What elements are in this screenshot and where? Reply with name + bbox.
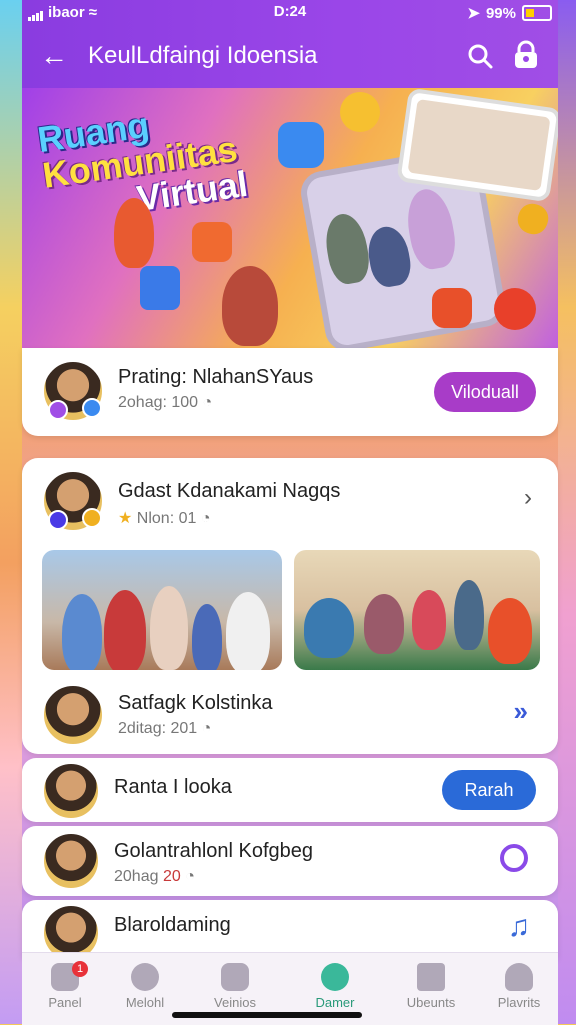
search-icon[interactable]: [466, 42, 494, 70]
action-button[interactable]: Rarah: [442, 770, 536, 810]
nav-item-panel[interactable]: 1 Panel: [22, 953, 108, 1013]
headset-icon: [131, 963, 159, 991]
list-item-sub-value: 20: [162, 868, 181, 885]
clock-icon: ◔: [185, 868, 195, 885]
star-icon: ★: [118, 510, 133, 527]
battery-icon: [522, 5, 552, 21]
group-title: Gdast Kdanakami Nagqs: [118, 480, 341, 502]
avatar: [42, 832, 100, 890]
chevron-right-icon[interactable]: ›: [524, 484, 532, 512]
status-right: ➤ 99%: [467, 4, 552, 22]
badge-icon: [82, 398, 102, 418]
heart-icon: [321, 963, 349, 991]
page-title: KeulLdfaingi Idoensia: [88, 42, 318, 69]
nav-label: Damer: [315, 995, 355, 1010]
nav-label: Plavrits: [497, 995, 541, 1010]
nav-item-veinios[interactable]: Veinios: [192, 953, 278, 1013]
featured-member-card[interactable]: Prating: NlahanSYaus 2ohag: 100 ◔ Vilodu…: [22, 348, 558, 436]
badge-icon: [48, 510, 68, 530]
nav-item-damer[interactable]: Damer: [292, 953, 378, 1013]
star-sticker-icon: [513, 199, 553, 239]
list-item-name: Ranta I looka: [114, 776, 232, 798]
member-sub: 2ditag: 201 ◔: [118, 720, 211, 738]
battery-percent: 99%: [485, 4, 516, 22]
right-edge-gradient: [558, 0, 576, 1024]
featured-sub-text: 2ohag: 100: [118, 394, 199, 411]
profile-icon: [505, 963, 533, 991]
featured-name: Prating: NlahanSYaus: [118, 366, 314, 388]
top-app-bar: ← KeulLdfaingi Idoensia: [22, 34, 558, 78]
member-name: Satfagk Kolstinka: [118, 692, 273, 714]
photo-app-icon: [432, 288, 472, 328]
heart-coin-icon: [340, 92, 380, 132]
nav-item-melohl[interactable]: Melohl: [102, 953, 188, 1013]
clock-icon: ◔: [200, 510, 211, 527]
list-item[interactable]: Golantrahlonl Kofgbeg 20hag 20 ◔: [22, 826, 558, 896]
list-item-name: Blaroldaming: [114, 914, 231, 936]
nav-label: Veinios: [214, 995, 256, 1010]
list-item-name: Golantrahlonl Kofgbeg: [114, 840, 314, 862]
music-icon: [494, 288, 536, 330]
inbox-icon: [417, 963, 445, 991]
group-meta: ★ Nlon: 01 ◔: [118, 508, 211, 528]
profile-lock-icon[interactable]: [512, 40, 540, 70]
chat-bubble-icon: [278, 122, 324, 168]
nav-item-plavrits[interactable]: Plavrits: [476, 953, 562, 1013]
nav-item-ubeunts[interactable]: Ubeunts: [388, 953, 474, 1013]
community-icon: [221, 963, 249, 991]
app-screen: ibaor ≈ D:24 ➤ 99% ← KeulLdfaingi Idoens…: [22, 0, 558, 1025]
clock-icon: ◔: [201, 720, 212, 737]
document-icon: [140, 266, 180, 310]
share-icon[interactable]: [500, 844, 528, 872]
list-item[interactable]: Blaroldaming ♫: [22, 900, 558, 962]
community-banner[interactable]: Ruang Komuniitas Virtual: [22, 88, 558, 348]
music-notes-icon[interactable]: ♫: [508, 910, 531, 944]
group-photo-2[interactable]: [294, 550, 540, 670]
clock-icon: ◔: [202, 394, 213, 411]
member-sub-text: 2ditag: 201: [118, 720, 198, 737]
notification-badge: 1: [72, 961, 88, 977]
badge-icon: [48, 400, 68, 420]
featured-sub: 2ohag: 100 ◔: [118, 394, 212, 412]
back-arrow-icon[interactable]: ←: [40, 40, 68, 72]
child-figure: [114, 198, 154, 268]
badge-icon: [82, 508, 102, 528]
home-indicator: [172, 1012, 362, 1018]
left-edge-gradient: [0, 0, 22, 1024]
list-item-sub: 20hag 20 ◔: [114, 868, 195, 886]
list-item-sub-text: 20hag: [114, 868, 159, 885]
location-icon: ➤: [467, 5, 480, 22]
double-chevron-icon[interactable]: »: [514, 696, 528, 727]
message-icon: [192, 222, 232, 262]
member-avatar: [42, 684, 104, 746]
avatar: [42, 762, 100, 820]
nav-label: Panel: [48, 995, 82, 1010]
nav-label: Melohl: [125, 995, 165, 1010]
status-bar: ibaor ≈ D:24 ➤ 99%: [22, 0, 558, 26]
view-button[interactable]: Viloduall: [434, 372, 536, 412]
app-header: ibaor ≈ D:24 ➤ 99% ← KeulLdfaingi Idoens…: [22, 0, 558, 88]
group-card[interactable]: Gdast Kdanakami Nagqs ★ Nlon: 01 ◔ › Sat…: [22, 458, 558, 754]
person-figure: [222, 266, 278, 346]
group-photo-1[interactable]: [42, 550, 282, 670]
nav-label: Ubeunts: [406, 995, 456, 1010]
group-meta-text: Nlon: 01: [136, 510, 197, 527]
list-item[interactable]: Ranta I looka Rarah: [22, 758, 558, 822]
